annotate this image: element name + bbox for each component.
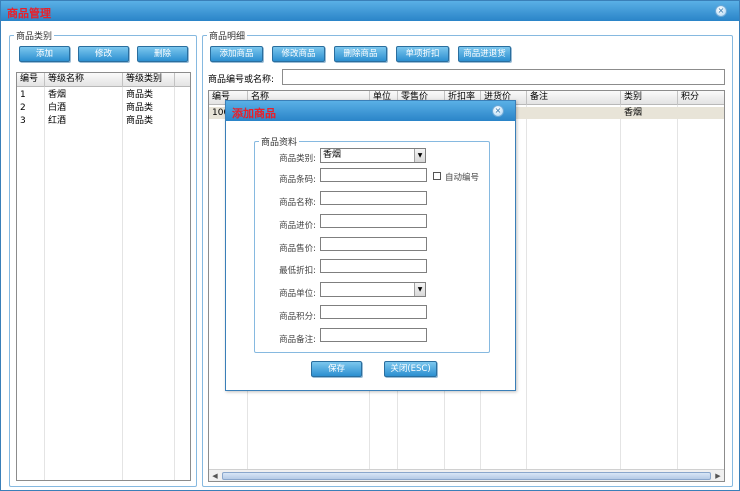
close-esc-button[interactable]: 关闭(ESC)	[384, 361, 437, 377]
category-label: 商品类别:	[279, 154, 316, 164]
sale-price-label: 商品售价:	[279, 244, 316, 254]
chevron-down-icon[interactable]: ▼	[414, 149, 425, 162]
search-label: 商品编号或名称:	[208, 75, 275, 85]
cell-id: 3	[20, 116, 26, 126]
category-edit-button[interactable]: 修改	[78, 46, 129, 62]
cell-level-name: 红酒	[48, 116, 67, 126]
column-header-level-type[interactable]: 等级类别	[123, 73, 175, 87]
unit-select[interactable]: ▼	[320, 282, 426, 297]
column-header-points[interactable]: 积分	[678, 91, 724, 105]
window-titlebar[interactable]: 商品管理 ×	[1, 1, 739, 21]
note-label: 商品备注:	[279, 335, 316, 345]
column-header-level-name[interactable]: 等级名称	[45, 73, 123, 87]
cell-level-type: 商品类	[126, 90, 154, 100]
scrollbar-thumb[interactable]	[222, 472, 711, 480]
dialog-close-icon[interactable]: ×	[492, 105, 504, 117]
horizontal-scrollbar[interactable]: ◀ ▶	[209, 469, 724, 481]
cell-id: 2	[20, 103, 26, 113]
table-row[interactable]: 3 红酒 商品类	[17, 115, 190, 127]
add-product-button[interactable]: 添加商品	[210, 46, 263, 62]
edit-product-button[interactable]: 修改商品	[272, 46, 325, 62]
name-label: 商品名称:	[279, 198, 316, 208]
sale-price-input[interactable]	[320, 237, 427, 251]
scroll-left-icon[interactable]: ◀	[210, 471, 220, 481]
column-header-id[interactable]: 编号	[17, 73, 45, 87]
save-button[interactable]: 保存	[311, 361, 362, 377]
cell-points	[678, 107, 724, 119]
dialog-title: 添加商品	[232, 107, 276, 120]
cell-note	[527, 107, 621, 119]
window-title: 商品管理	[7, 7, 51, 20]
cell-category: 香烟	[624, 108, 643, 118]
add-product-dialog: 添加商品 × 商品资料 商品类别: 香烟 ▼ 商品条码: 自动编号 商品名称: …	[225, 100, 516, 391]
cell-level-type: 商品类	[126, 116, 154, 126]
categories-table: 编号 等级名称 等级类别 1 香烟 商品类 2 白酒 商品类 3 红酒 商品类	[16, 72, 191, 481]
scroll-right-icon[interactable]: ▶	[713, 471, 723, 481]
column-header-category[interactable]: 类别	[621, 91, 678, 105]
cell-id: 1	[20, 90, 26, 100]
category-select-value: 香烟	[323, 150, 342, 160]
auto-number-checkbox[interactable]	[433, 172, 441, 180]
cost-price-label: 商品进价:	[279, 221, 316, 231]
category-add-button[interactable]: 添加	[19, 46, 70, 62]
table-row[interactable]: 2 白酒 商品类	[17, 102, 190, 114]
barcode-input[interactable]	[320, 168, 427, 182]
unit-label: 商品单位:	[279, 289, 316, 299]
details-legend: 商品明细	[209, 32, 246, 42]
dialog-titlebar[interactable]: 添加商品 ×	[226, 101, 515, 121]
delete-product-button[interactable]: 删除商品	[334, 46, 387, 62]
min-discount-input[interactable]	[320, 259, 427, 273]
cell-level-name: 白酒	[48, 103, 67, 113]
column-header-note[interactable]: 备注	[527, 91, 621, 105]
auto-number-label: 自动编号	[445, 173, 480, 183]
search-input[interactable]	[282, 69, 725, 85]
min-discount-label: 最低折扣:	[279, 266, 316, 276]
categories-table-header: 编号 等级名称 等级类别	[17, 73, 190, 87]
category-delete-button[interactable]: 删除	[137, 46, 188, 62]
points-label: 商品积分:	[279, 312, 316, 322]
product-management-window: 商品管理 × 商品类别 添加 修改 删除 编号 等级名称 等级类别 1 香烟 商…	[0, 0, 740, 491]
product-info-legend: 商品资料	[261, 138, 298, 148]
chevron-down-icon[interactable]: ▼	[414, 283, 425, 296]
window-close-icon[interactable]: ×	[715, 5, 727, 17]
cell-level-name: 香烟	[48, 90, 67, 100]
name-input[interactable]	[320, 191, 427, 205]
product-return-button[interactable]: 商品进退货	[458, 46, 511, 62]
note-input[interactable]	[320, 328, 427, 342]
cell-level-type: 商品类	[126, 103, 154, 113]
cost-price-input[interactable]	[320, 214, 427, 228]
points-input[interactable]	[320, 305, 427, 319]
category-select[interactable]: 香烟 ▼	[320, 148, 426, 163]
barcode-label: 商品条码:	[279, 175, 316, 185]
categories-legend: 商品类别	[16, 32, 53, 42]
single-discount-button[interactable]: 单项折扣	[396, 46, 449, 62]
table-row[interactable]: 1 香烟 商品类	[17, 89, 190, 101]
